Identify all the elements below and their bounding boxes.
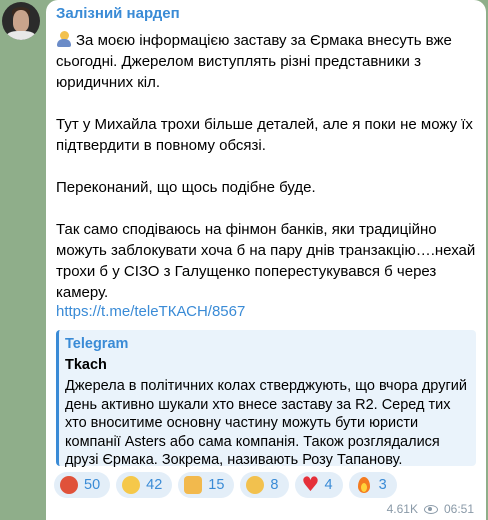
channel-name[interactable]: Залізний нардеп: [56, 5, 180, 22]
thumbs-up-icon: [184, 476, 203, 494]
reaction-heart[interactable]: 4: [294, 472, 343, 498]
message-paragraph: Переконаний, що щось подібне буде.: [56, 179, 316, 196]
message-link[interactable]: https://t.me/teleТКАСН/8567: [56, 303, 245, 320]
reaction-count: 8: [270, 477, 279, 493]
message-bubble: Залізний нардеп За моєю інформацією заст…: [46, 0, 486, 520]
view-count: 4.61K: [386, 502, 418, 516]
exploding-head-icon: [122, 476, 141, 494]
message-text: За моєю інформацією заставу за Єрмака вн…: [56, 30, 480, 303]
reaction-count: 50: [84, 477, 101, 493]
fire-icon: [355, 476, 373, 494]
reactions-bar: 50 42 15 8 4 3: [54, 472, 403, 500]
message-paragraph: За моєю інформацією заставу за Єрмака вн…: [56, 31, 452, 91]
channel-avatar[interactable]: [2, 2, 40, 40]
eye-icon: [423, 504, 438, 514]
message-paragraph: Так само сподіваюсь на фінмон банків, як…: [56, 221, 476, 301]
reaction-exploding-head[interactable]: 42: [116, 472, 173, 498]
reaction-thumbs-up[interactable]: 15: [178, 472, 235, 498]
message-time: 06:51: [443, 502, 474, 516]
enraged-face-icon: [60, 476, 78, 494]
reaction-fire[interactable]: 3: [348, 472, 397, 498]
preview-title: Tkach: [65, 357, 107, 373]
message-paragraph: Тут у Михайла трохи більше деталей, але …: [56, 116, 473, 154]
preview-source: Telegram: [65, 336, 129, 352]
reaction-count: 3: [378, 477, 387, 493]
reaction-count: 4: [324, 477, 333, 493]
reaction-enraged[interactable]: 50: [54, 472, 111, 498]
preview-text: Джерела в політичних колах стверджують, …: [65, 378, 467, 468]
reaction-count: 42: [146, 477, 163, 493]
link-preview[interactable]: Telegram Tkach Джерела в політичних кола…: [56, 330, 476, 468]
man-emoji-icon: [56, 31, 72, 47]
reaction-rofl[interactable]: 8: [240, 472, 289, 498]
rofl-icon: [246, 476, 265, 494]
reaction-count: 15: [208, 477, 225, 493]
message-meta: 4.61K 06:51: [387, 502, 474, 516]
red-heart-icon: [301, 472, 320, 496]
